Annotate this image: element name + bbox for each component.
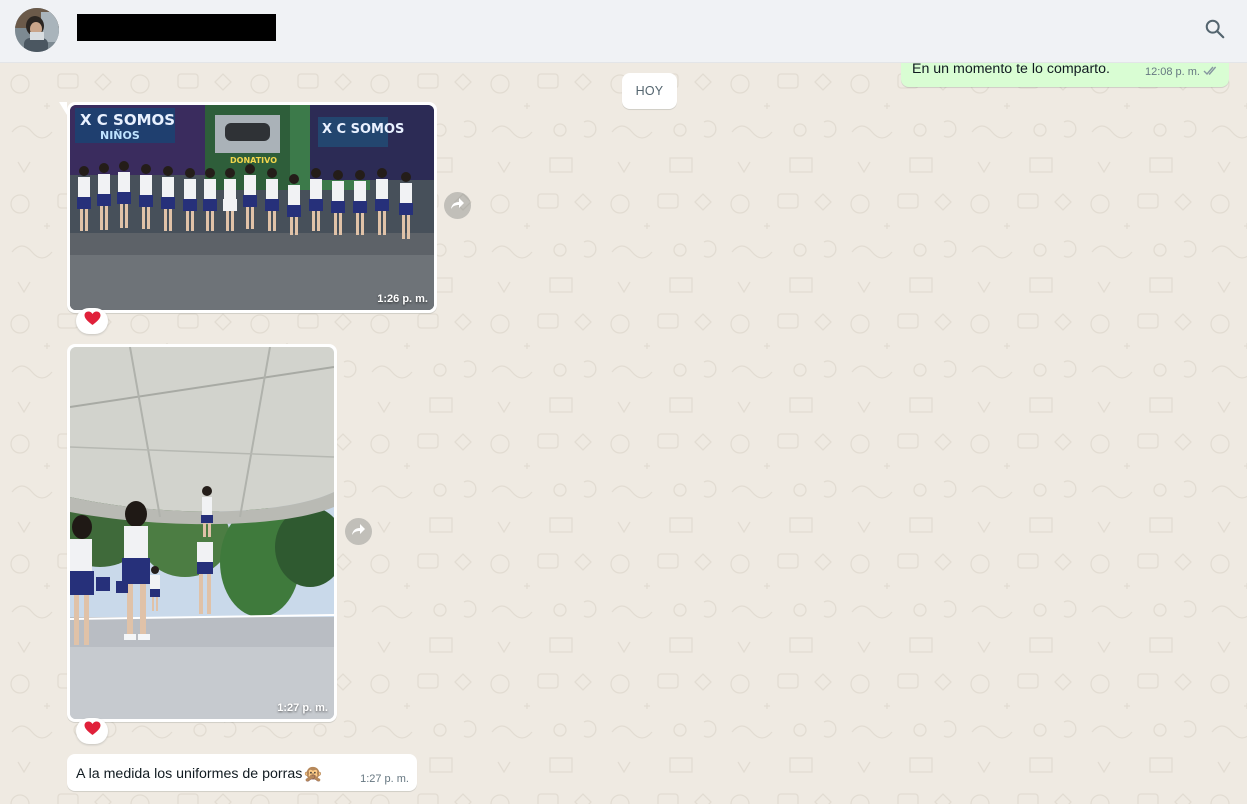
monkey-emoji: 🙊 <box>303 766 324 783</box>
forward-button[interactable] <box>444 192 471 219</box>
reaction-badge[interactable] <box>76 308 108 334</box>
conversation-panel[interactable]: En un momento te lo comparto. 12:08 p. m… <box>0 62 1247 804</box>
photo-group-cheerleaders[interactable]: X C SOMOS NIÑOS X C SOMOS DONATIVO 1:26 … <box>70 105 434 310</box>
svg-text:X C SOMOS: X C SOMOS <box>80 111 175 129</box>
svg-text:DONATIVO: DONATIVO <box>230 156 277 165</box>
contact-name-redacted[interactable] <box>77 14 276 41</box>
photo-cheer-performance[interactable]: 1:27 p. m. <box>70 347 334 719</box>
message-body: A la medida los uniformes de porras <box>76 766 303 782</box>
incoming-message[interactable]: A la medida los uniformes de porras 🙊 1:… <box>67 754 417 791</box>
message-time: 1:27 p. m. <box>360 773 409 785</box>
message-meta: 12:08 p. m. <box>1145 65 1219 79</box>
message-time: 12:08 p. m. <box>1144 66 1200 78</box>
image-message[interactable]: X C SOMOS NIÑOS X C SOMOS DONATIVO 1:26 … <box>59 102 437 313</box>
double-check-icon <box>1203 65 1219 79</box>
svg-text:X C SOMOS: X C SOMOS <box>322 122 404 137</box>
outgoing-message[interactable]: En un momento te lo comparto. 12:08 p. m… <box>901 62 1229 87</box>
message-time: 1:26 p. m. <box>377 293 428 305</box>
message-text: En un momento te lo comparto. <box>912 62 1110 77</box>
message-text: A la medida los uniformes de porras 🙊 <box>76 764 323 784</box>
image-message[interactable]: 1:27 p. m. <box>67 344 337 722</box>
heart-icon <box>84 721 101 741</box>
chat-header <box>0 0 1247 63</box>
forward-icon <box>351 523 366 541</box>
search-icon <box>1204 18 1226 45</box>
forward-icon <box>450 197 465 215</box>
contact-avatar[interactable] <box>15 8 59 52</box>
date-divider: HOY <box>622 73 677 109</box>
search-button[interactable] <box>1200 16 1230 46</box>
forward-button[interactable] <box>345 518 372 545</box>
reaction-badge[interactable] <box>76 718 108 744</box>
svg-text:NIÑOS: NIÑOS <box>100 129 140 142</box>
message-time: 1:27 p. m. <box>277 702 328 714</box>
heart-icon <box>84 311 101 331</box>
